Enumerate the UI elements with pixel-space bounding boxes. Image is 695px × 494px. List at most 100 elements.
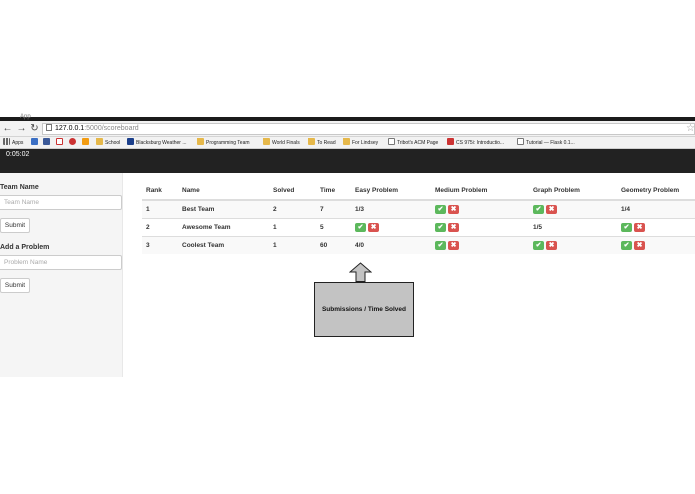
close-icon[interactable]: ✖ bbox=[634, 240, 645, 250]
check-icon[interactable]: ✔ bbox=[435, 222, 446, 232]
header-time: Time bbox=[316, 181, 351, 201]
close-icon[interactable]: ✖ bbox=[546, 240, 557, 250]
bookmark-to-read[interactable]: To Read bbox=[308, 137, 336, 148]
problem-name-input[interactable]: Problem Name bbox=[0, 255, 122, 270]
add-problem-label: Add a Problem bbox=[0, 244, 50, 251]
sidebar: Team Name Team Name Submit Add a Problem… bbox=[0, 173, 123, 377]
cell-rank: 1 bbox=[142, 199, 178, 218]
bookmark-label: For Lindsey bbox=[352, 140, 379, 146]
bookmark-label: Blacksburg Weather ... bbox=[136, 140, 187, 146]
red-s-icon bbox=[69, 138, 76, 145]
folder-icon bbox=[343, 138, 350, 145]
page-icon bbox=[388, 138, 395, 145]
reload-icon[interactable]: ↻ bbox=[29, 123, 40, 135]
bookmark-star-icon[interactable]: ☆ bbox=[686, 123, 695, 135]
back-arrow-icon[interactable]: ← bbox=[2, 123, 13, 135]
close-icon[interactable]: ✖ bbox=[634, 222, 645, 232]
header-solved: Solved bbox=[269, 181, 316, 201]
cell-graph: 1/5 bbox=[529, 217, 617, 236]
cell-rank: 3 bbox=[142, 235, 178, 254]
url-path: :5000/scoreboard bbox=[84, 125, 139, 132]
folder-icon bbox=[308, 138, 315, 145]
bookmark-facebook[interactable] bbox=[43, 137, 52, 148]
browser-toolbar: ← → ↻ 127.0.0.1:5000/scoreboard ☆ bbox=[0, 121, 695, 137]
close-icon[interactable]: ✖ bbox=[448, 204, 459, 214]
check-icon[interactable]: ✔ bbox=[621, 240, 632, 250]
bookmark-label: World Finals bbox=[272, 140, 300, 146]
cell-medium: ✔ ✖ bbox=[431, 199, 529, 218]
check-icon[interactable]: ✔ bbox=[435, 204, 446, 214]
bookmark-label: Tutorial — Flask 0.1... bbox=[526, 140, 575, 146]
submit-problem-button[interactable]: Submit bbox=[0, 278, 30, 293]
table-row: 1 Best Team 2 7 1/3 ✔ ✖ ✔ ✖ 1/4 bbox=[142, 199, 695, 218]
timer-bar: 0:05:02 bbox=[0, 149, 695, 173]
header-rank: Rank bbox=[142, 181, 178, 201]
header-graph-problem: Graph Problem bbox=[529, 181, 617, 201]
bookmark-label: CS 975i: Introductio... bbox=[456, 140, 505, 146]
cell-team-name: Best Team bbox=[178, 199, 269, 218]
close-icon[interactable]: ✖ bbox=[448, 222, 459, 232]
bookmark-school[interactable]: School bbox=[96, 137, 121, 148]
blank-area bbox=[0, 0, 695, 117]
bookmark-programming-team[interactable]: Programming Team bbox=[197, 137, 250, 148]
team-name-input[interactable]: Team Name bbox=[0, 195, 122, 210]
url-host: 127.0.0.1 bbox=[55, 125, 85, 132]
table-row: 2 Awesome Team 1 5 ✔ ✖ ✔ ✖ 1/5 ✔ ✖ bbox=[142, 217, 695, 236]
bookmark-blue-app[interactable] bbox=[31, 137, 40, 148]
close-icon[interactable]: ✖ bbox=[546, 204, 557, 214]
check-icon[interactable]: ✔ bbox=[435, 240, 446, 250]
browser-tab-label[interactable]: App bbox=[20, 114, 31, 120]
bookmark-for-lindsey[interactable]: For Lindsey bbox=[343, 137, 379, 148]
table-row: 3 Coolest Team 1 60 4/0 ✔ ✖ ✔ ✖ ✔ ✖ bbox=[142, 235, 695, 254]
cell-geometry: ✔ ✖ bbox=[617, 217, 695, 236]
twc-icon bbox=[127, 138, 134, 145]
check-icon[interactable]: ✔ bbox=[355, 222, 366, 232]
team-name-label: Team Name bbox=[0, 184, 39, 191]
check-icon[interactable]: ✔ bbox=[621, 222, 632, 232]
cell-easy: ✔ ✖ bbox=[351, 217, 431, 236]
gmail-icon bbox=[56, 138, 63, 145]
cell-rank: 2 bbox=[142, 217, 178, 236]
bookmark-label: School bbox=[105, 140, 121, 146]
bookmark-flask-tutorial[interactable]: Tutorial — Flask 0.1... bbox=[517, 137, 575, 148]
cell-solved: 1 bbox=[269, 217, 316, 236]
cell-time: 7 bbox=[316, 199, 351, 218]
cell-solved: 2 bbox=[269, 199, 316, 218]
folder-icon bbox=[263, 138, 270, 145]
check-icon[interactable]: ✔ bbox=[533, 240, 544, 250]
cell-time: 5 bbox=[316, 217, 351, 236]
forward-arrow-icon[interactable]: → bbox=[16, 123, 27, 135]
submit-team-button[interactable]: Submit bbox=[0, 218, 30, 233]
bookmark-tribot[interactable]: Tribot's ACM Page bbox=[388, 137, 439, 148]
scoreboard-table: Rank Name Solved Time Easy Problem Mediu… bbox=[142, 181, 695, 254]
bookmark-label: Programming Team bbox=[206, 140, 250, 146]
check-icon[interactable]: ✔ bbox=[533, 204, 544, 214]
arrow-up-icon bbox=[349, 262, 372, 282]
bookmark-s[interactable] bbox=[69, 137, 78, 148]
header-easy-problem: Easy Problem bbox=[351, 181, 431, 201]
bookmark-apps[interactable]: Apps bbox=[3, 137, 23, 148]
annotation-callout: Submissions / Time Solved bbox=[314, 282, 414, 337]
cell-team-name: Awesome Team bbox=[178, 217, 269, 236]
cell-graph: ✔ ✖ bbox=[529, 235, 617, 254]
red-s-icon bbox=[447, 138, 454, 145]
address-bar[interactable]: 127.0.0.1:5000/scoreboard bbox=[42, 123, 695, 135]
bookmark-weather[interactable]: Blacksburg Weather ... bbox=[127, 137, 187, 148]
bookmarks-bar: Apps School Blacksburg Weather ... Progr… bbox=[0, 137, 695, 149]
orange-app-icon bbox=[82, 138, 89, 145]
bookmark-orange[interactable] bbox=[82, 137, 91, 148]
page-icon bbox=[46, 124, 52, 131]
cell-team-name: Coolest Team bbox=[178, 235, 269, 254]
cell-medium: ✔ ✖ bbox=[431, 235, 529, 254]
bookmark-world-finals[interactable]: World Finals bbox=[263, 137, 300, 148]
bookmark-gmail[interactable] bbox=[56, 137, 65, 148]
header-medium-problem: Medium Problem bbox=[431, 181, 529, 201]
cell-geometry: ✔ ✖ bbox=[617, 235, 695, 254]
close-icon[interactable]: ✖ bbox=[368, 222, 379, 232]
cell-easy: 4/0 bbox=[351, 235, 431, 254]
close-icon[interactable]: ✖ bbox=[448, 240, 459, 250]
bookmark-cs975i[interactable]: CS 975i: Introductio... bbox=[447, 137, 505, 148]
cell-solved: 1 bbox=[269, 235, 316, 254]
contest-timer: 0:05:02 bbox=[6, 151, 30, 158]
bookmark-label: Tribot's ACM Page bbox=[397, 140, 439, 146]
